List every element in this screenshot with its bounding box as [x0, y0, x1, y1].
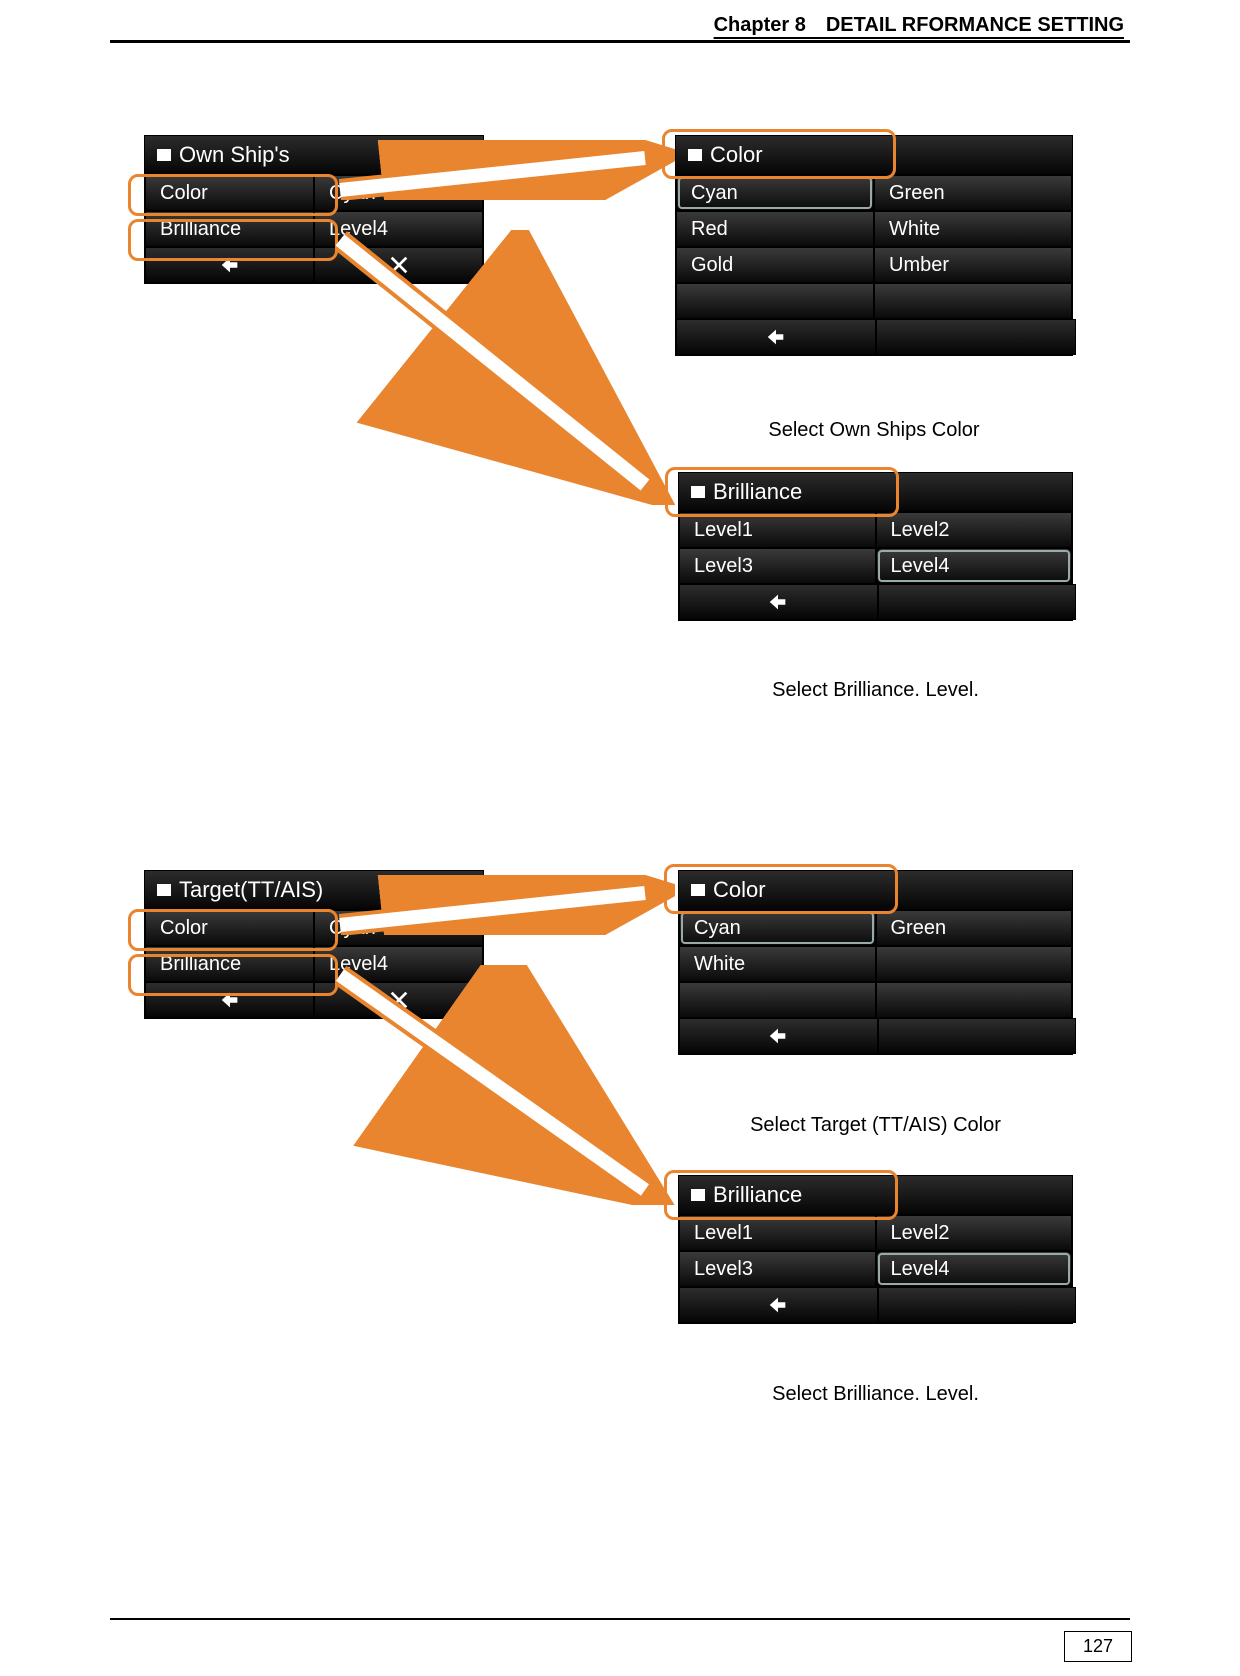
flag-icon: [157, 884, 171, 896]
header-rule: [110, 40, 1130, 43]
target-color-blank3: .: [876, 982, 1073, 1018]
target-color-white[interactable]: White: [679, 946, 876, 982]
own-ship-menu: Own Ship's Color Cyan Brilliance Level4: [144, 135, 484, 284]
back-button[interactable]: [145, 247, 314, 283]
target-brilliance-value[interactable]: Level4: [314, 946, 483, 982]
own-ship-brilliance-label[interactable]: Brilliance: [145, 211, 314, 247]
flag-icon: [691, 884, 705, 896]
page-number: 127: [1064, 1631, 1132, 1662]
color-option-gold[interactable]: Gold: [676, 247, 874, 283]
back-button[interactable]: [679, 584, 878, 620]
target-brilliance-title-text: Brilliance: [713, 1182, 802, 1208]
back-button[interactable]: [679, 1287, 878, 1323]
flag-icon: [691, 1189, 705, 1201]
brilliance-option-l4[interactable]: Level4: [876, 548, 1073, 584]
color-menu-title: Color: [676, 136, 1072, 175]
target-color-value[interactable]: Cyan: [314, 910, 483, 946]
blank-button: .: [878, 584, 1077, 620]
own-ship-brilliance-menu: Brilliance Level1 Level2 Level3 Level4 .: [678, 472, 1073, 621]
blank-button: .: [878, 1018, 1077, 1054]
back-arrow-icon: [217, 254, 243, 276]
target-color-green[interactable]: Green: [876, 910, 1073, 946]
target-color-caption: Select Target (TT/AIS) Color: [678, 1114, 1073, 1137]
target-color-cyan[interactable]: Cyan: [679, 910, 876, 946]
target-title: Target(TT/AIS): [145, 871, 483, 910]
target-brilliance-menu: Brilliance Level1 Level2 Level3 Level4 .: [678, 1175, 1073, 1324]
target-color-blank: .: [876, 946, 1073, 982]
flag-icon: [691, 486, 705, 498]
close-x-icon: [386, 254, 412, 276]
brilliance-option-l3[interactable]: Level3: [679, 548, 876, 584]
back-arrow-icon: [765, 1294, 791, 1316]
blank-button: .: [876, 319, 1076, 355]
color-option-green[interactable]: Green: [874, 175, 1072, 211]
color-option-white[interactable]: White: [874, 211, 1072, 247]
color-option-blank2: .: [874, 283, 1072, 319]
back-button[interactable]: [676, 319, 876, 355]
target-color-menu: Color Cyan Green White . . . .: [678, 870, 1073, 1055]
flag-icon: [157, 149, 171, 161]
back-arrow-icon: [217, 989, 243, 1011]
own-ship-title: Own Ship's: [145, 136, 483, 175]
own-ship-color-menu: Color Cyan Green Red White Gold Umber . …: [675, 135, 1073, 356]
back-arrow-icon: [765, 1025, 791, 1047]
close-button[interactable]: [314, 247, 483, 283]
brilliance-option-l1[interactable]: Level1: [679, 512, 876, 548]
target-color-blank2: .: [679, 982, 876, 1018]
own-ship-color-caption: Select Own Ships Color: [675, 419, 1073, 442]
target-brilliance-l3[interactable]: Level3: [679, 1251, 876, 1287]
own-ship-color-value[interactable]: Cyan: [314, 175, 483, 211]
brilliance-title-text: Brilliance: [713, 479, 802, 505]
brilliance-menu-title: Brilliance: [679, 473, 1072, 512]
close-button[interactable]: [314, 982, 483, 1018]
target-brilliance-label[interactable]: Brilliance: [145, 946, 314, 982]
back-button[interactable]: [145, 982, 314, 1018]
target-menu: Target(TT/AIS) Color Cyan Brilliance Lev…: [144, 870, 484, 1019]
close-x-icon: [386, 989, 412, 1011]
target-brilliance-l2[interactable]: Level2: [876, 1215, 1073, 1251]
chapter-header: Chapter 8 DETAIL RFORMANCE SETTING: [714, 14, 1124, 37]
target-brilliance-l1[interactable]: Level1: [679, 1215, 876, 1251]
blank-button: .: [878, 1287, 1077, 1323]
target-brilliance-l4[interactable]: Level4: [876, 1251, 1073, 1287]
own-ship-brilliance-caption: Select Brilliance. Level.: [678, 679, 1073, 702]
back-arrow-icon: [765, 591, 791, 613]
color-option-cyan[interactable]: Cyan: [676, 175, 874, 211]
color-option-umber[interactable]: Umber: [874, 247, 1072, 283]
color-option-red[interactable]: Red: [676, 211, 874, 247]
own-ship-color-label[interactable]: Color: [145, 175, 314, 211]
own-ship-title-text: Own Ship's: [179, 142, 290, 168]
target-title-text: Target(TT/AIS): [179, 877, 323, 903]
back-button[interactable]: [679, 1018, 878, 1054]
flag-icon: [688, 149, 702, 161]
footer-rule: [110, 1618, 1130, 1620]
target-color-menu-title: Color: [679, 871, 1072, 910]
brilliance-option-l2[interactable]: Level2: [876, 512, 1073, 548]
target-brilliance-caption: Select Brilliance. Level.: [678, 1383, 1073, 1406]
color-title-text: Color: [710, 142, 763, 168]
back-arrow-icon: [763, 326, 789, 348]
target-color-title-text: Color: [713, 877, 766, 903]
target-brilliance-menu-title: Brilliance: [679, 1176, 1072, 1215]
target-color-label[interactable]: Color: [145, 910, 314, 946]
own-ship-brilliance-value[interactable]: Level4: [314, 211, 483, 247]
color-option-blank1: .: [676, 283, 874, 319]
